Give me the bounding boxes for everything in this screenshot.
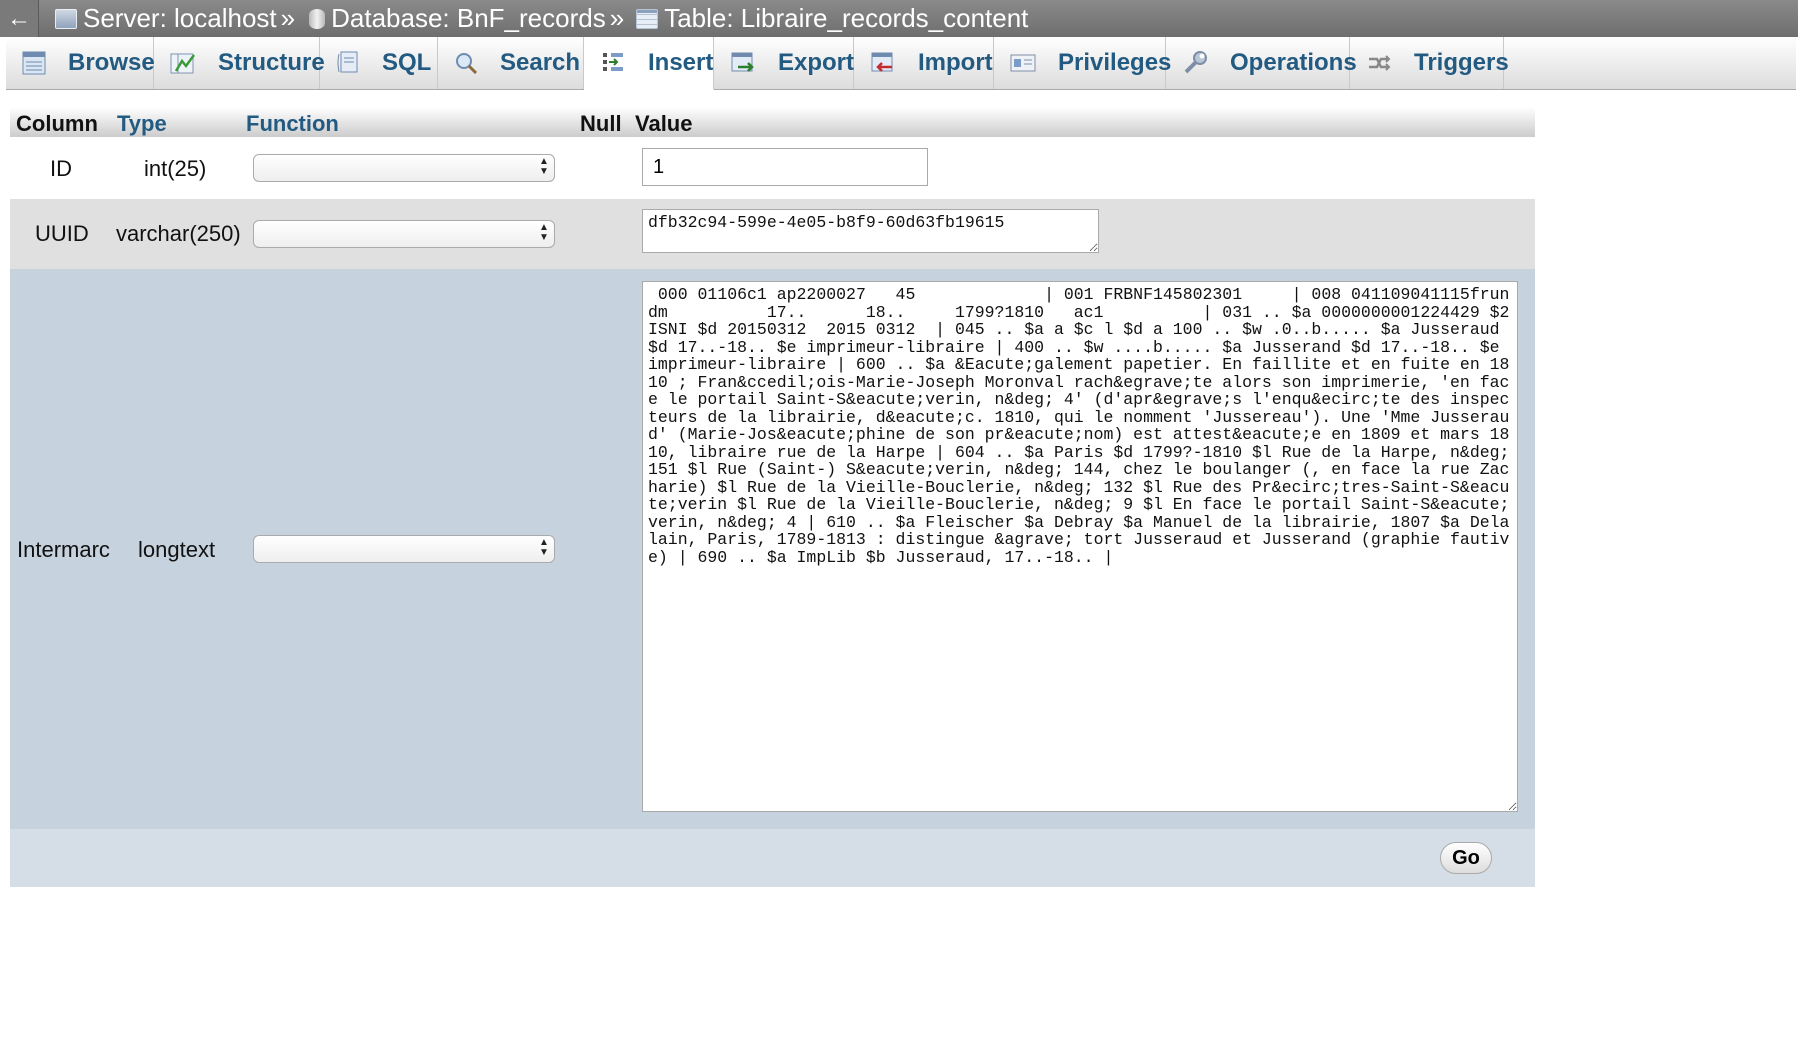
column-type: longtext: [138, 537, 216, 562]
tab-browse[interactable]: Browse: [6, 37, 155, 89]
breadcrumb-server[interactable]: Server: localhost »: [55, 3, 295, 34]
triggers-icon: [1366, 50, 1392, 76]
form-footer: [10, 829, 1535, 887]
tab-label: Search: [500, 49, 581, 76]
tab-label: Browse: [68, 49, 155, 76]
tab-sql[interactable]: SQL: [320, 37, 438, 89]
search-icon: [454, 50, 478, 76]
column-type: varchar(250): [116, 221, 241, 246]
export-icon: [730, 50, 756, 76]
breadcrumb: ← Server: localhost » Database: BnF_reco…: [0, 0, 1798, 37]
function-select[interactable]: [253, 154, 555, 182]
value-header: Value: [635, 111, 693, 136]
column-name: UUID: [35, 221, 89, 246]
tab-label: Import: [918, 49, 993, 76]
type-header: Type: [117, 111, 167, 136]
wrench-icon: [1182, 50, 1208, 76]
tab-import[interactable]: Import: [854, 37, 994, 89]
table-header: Column Type Function Null Value: [10, 107, 1535, 137]
breadcrumb-database[interactable]: Database: BnF_records »: [309, 3, 624, 34]
tab-bar: Browse Structure SQL Search Insert Expor…: [6, 37, 1796, 90]
back-arrow-icon[interactable]: ←: [0, 0, 39, 37]
breadcrumb-separator: »: [280, 3, 296, 33]
insert-icon: [600, 50, 626, 76]
breadcrumb-server-label[interactable]: Server: localhost: [83, 3, 277, 34]
breadcrumb-table-label[interactable]: Table: Libraire_records_content: [664, 3, 1028, 34]
database-icon: [309, 8, 326, 29]
table-icon: [636, 8, 659, 29]
go-button[interactable]: Go: [1440, 842, 1492, 874]
table-row: UUID varchar(250) ▲ ▼ dfb32c94-599e-4e05-…: [10, 199, 1535, 269]
column-type: int(25): [144, 156, 207, 181]
tab-export[interactable]: Export: [714, 37, 854, 89]
null-header: Null: [580, 111, 622, 136]
tab-insert[interactable]: Insert: [584, 37, 714, 90]
function-select[interactable]: [253, 220, 555, 248]
column-name: Intermarc: [17, 537, 110, 562]
tab-label: Structure: [218, 49, 325, 76]
tab-triggers[interactable]: Triggers: [1350, 37, 1509, 89]
tab-label: Privileges: [1058, 49, 1172, 76]
tab-operations[interactable]: Operations: [1166, 37, 1357, 89]
breadcrumb-separator: »: [609, 3, 625, 33]
function-select[interactable]: [253, 535, 555, 563]
breadcrumb-table[interactable]: Table: Libraire_records_content: [636, 3, 1028, 34]
tab-search[interactable]: Search: [438, 37, 584, 89]
tab-label: Operations: [1230, 49, 1357, 76]
intermarc-value-textarea[interactable]: 000 01106c1 ap2200027 45 | 001 FRBNF1458…: [642, 281, 1518, 812]
uuid-value-textarea[interactable]: dfb32c94-599e-4e05-b8f9-60d63fb19615: [642, 209, 1099, 253]
table-row: Intermarc longtext ▲ ▼ 000 01106c1 ap2200…: [10, 269, 1535, 829]
sql-icon: [336, 50, 360, 76]
tab-label: Insert: [648, 49, 714, 76]
table-row: ID int(25) ▲ ▼: [10, 137, 1535, 199]
privileges-icon: [1010, 50, 1036, 76]
column-name: ID: [50, 156, 72, 181]
id-value-input[interactable]: [642, 148, 928, 186]
tab-label: Triggers: [1414, 49, 1509, 76]
import-icon: [870, 50, 896, 76]
browse-icon: [22, 50, 46, 76]
breadcrumb-database-label[interactable]: Database: BnF_records: [331, 3, 606, 34]
tab-label: SQL: [382, 49, 432, 76]
function-header: Function: [246, 111, 339, 136]
column-header: Column: [16, 111, 98, 136]
tab-structure[interactable]: Structure: [154, 37, 325, 89]
tab-privileges[interactable]: Privileges: [994, 37, 1171, 89]
server-icon: [55, 8, 77, 29]
structure-icon: [170, 50, 196, 76]
tab-label: Export: [778, 49, 855, 76]
